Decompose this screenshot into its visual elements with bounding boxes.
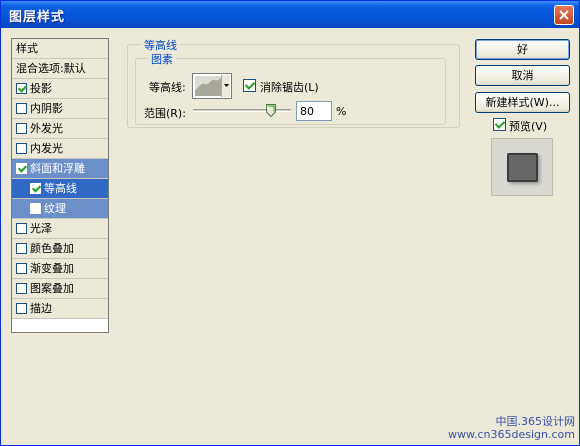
ok-button[interactable]: 好 [475, 39, 570, 60]
style-preview [491, 138, 553, 196]
new-style-button[interactable]: 新建样式(W)... [475, 92, 570, 113]
contour-curve-preview [195, 76, 222, 96]
list-item-label: 等高线 [44, 182, 77, 195]
inner-shadow-checkbox[interactable] [16, 103, 27, 114]
range-unit: % [336, 105, 347, 118]
title-bar[interactable]: 图层样式 [1, 1, 579, 28]
list-item-label: 内阴影 [30, 102, 63, 115]
contour-curve-icon [195, 77, 222, 96]
list-item-gradient-overlay[interactable]: 渐变叠加 [12, 259, 108, 279]
preview-checkbox[interactable] [493, 118, 506, 131]
list-item-label: 混合选项:默认 [16, 62, 86, 75]
list-item-label: 样式 [16, 42, 38, 55]
cancel-button[interactable]: 取消 [475, 65, 570, 86]
list-item-label: 颜色叠加 [30, 242, 74, 255]
list-item-label: 投影 [30, 82, 52, 95]
list-item-blending-options[interactable]: 混合选项:默认 [12, 59, 108, 79]
list-item-contour[interactable]: 等高线 [12, 179, 108, 199]
list-item-drop-shadow[interactable]: 投影 [12, 79, 108, 99]
list-item-stroke[interactable]: 描边 [12, 299, 108, 319]
list-item-label: 图案叠加 [30, 282, 74, 295]
bevel-emboss-checkbox[interactable] [16, 163, 27, 174]
antialias-label[interactable]: 消除锯齿(L) [260, 79, 319, 95]
color-overlay-checkbox[interactable] [16, 243, 27, 254]
watermark-line1: 中国.365设计网 [495, 415, 576, 428]
list-item-label: 外发光 [30, 122, 63, 135]
list-item-pattern-overlay[interactable]: 图案叠加 [12, 279, 108, 299]
contour-picker[interactable] [192, 73, 232, 99]
window-title: 图层样式 [9, 10, 66, 25]
style-list: 样式 混合选项:默认 投影 内阴影 外发光 内发光 斜面和浮雕 等高线 纹理 光… [11, 38, 109, 333]
watermark-line2: www.cn365design.com [448, 428, 575, 441]
list-item-label: 描边 [30, 302, 52, 315]
close-icon [559, 10, 569, 20]
watermark: 中国.365设计网 www.cn365design.com [448, 415, 575, 441]
contour-label: 等高线: [149, 81, 186, 94]
list-header-styles[interactable]: 样式 [12, 39, 108, 59]
pattern-overlay-checkbox[interactable] [16, 283, 27, 294]
list-item-label: 渐变叠加 [30, 262, 74, 275]
list-item-outer-glow[interactable]: 外发光 [12, 119, 108, 139]
drop-shadow-checkbox[interactable] [16, 83, 27, 94]
list-item-inner-glow[interactable]: 内发光 [12, 139, 108, 159]
layer-style-dialog: 图层样式 样式 混合选项:默认 投影 内阴影 外发光 内发光 斜面和浮雕 等高线… [0, 0, 580, 446]
list-item-label: 光泽 [30, 222, 52, 235]
contour-dropdown-arrow[interactable] [221, 75, 230, 97]
gradient-overlay-checkbox[interactable] [16, 263, 27, 274]
list-item-bevel-emboss[interactable]: 斜面和浮雕 [12, 159, 108, 179]
list-item-label: 纹理 [44, 202, 66, 215]
list-item-color-overlay[interactable]: 颜色叠加 [12, 239, 108, 259]
list-item-label: 斜面和浮雕 [30, 162, 85, 175]
outer-glow-checkbox[interactable] [16, 123, 27, 134]
chevron-down-icon [224, 84, 229, 87]
close-button[interactable] [554, 5, 574, 25]
list-item-satin[interactable]: 光泽 [12, 219, 108, 239]
list-item-texture[interactable]: 纹理 [12, 199, 108, 219]
texture-checkbox[interactable] [30, 203, 41, 214]
list-item-inner-shadow[interactable]: 内阴影 [12, 99, 108, 119]
contour-checkbox[interactable] [30, 183, 41, 194]
preview-tile [507, 153, 538, 182]
stroke-checkbox[interactable] [16, 303, 27, 314]
satin-checkbox[interactable] [16, 223, 27, 234]
list-item-label: 内发光 [30, 142, 63, 155]
range-label: 范围(R): [144, 107, 186, 120]
inner-glow-checkbox[interactable] [16, 143, 27, 154]
antialias-checkbox[interactable] [243, 79, 256, 92]
range-slider-thumb[interactable] [266, 104, 277, 117]
range-input[interactable] [296, 101, 332, 121]
preview-label[interactable]: 预览(V) [509, 118, 547, 134]
elements-group-title: 图素 [148, 51, 176, 67]
